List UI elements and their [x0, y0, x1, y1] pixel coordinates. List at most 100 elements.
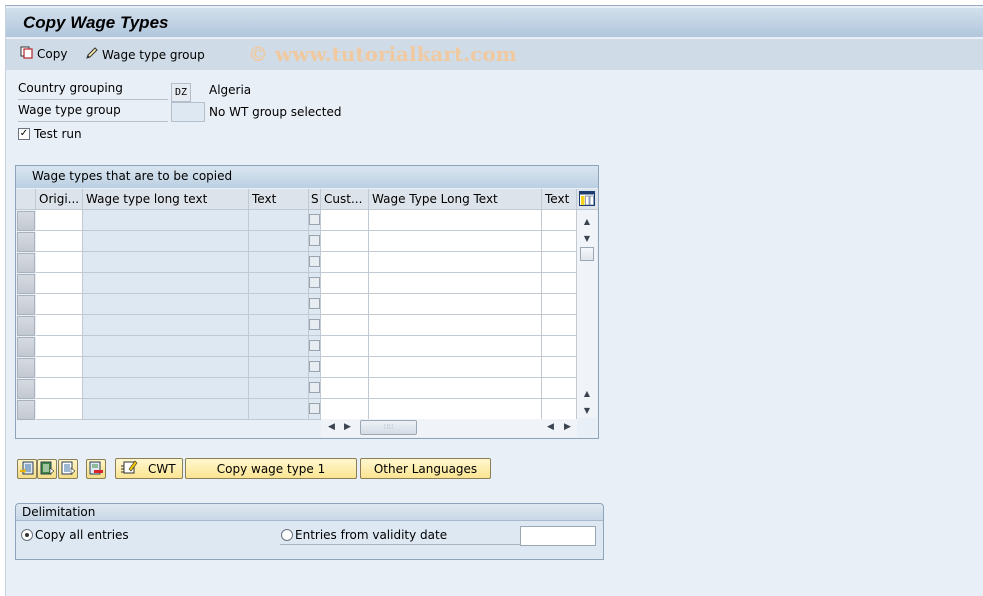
cell-original[interactable] [36, 210, 83, 231]
cell-s[interactable] [309, 294, 321, 315]
row-selector[interactable] [17, 232, 35, 252]
select-all-button[interactable] [37, 459, 57, 479]
column-header-s[interactable]: S [309, 189, 321, 210]
cell-text-2[interactable] [542, 273, 577, 294]
cell-s[interactable] [309, 231, 321, 252]
s-checkbox[interactable] [309, 298, 320, 309]
cell-text-2[interactable] [542, 336, 577, 357]
cell-customer[interactable] [321, 399, 369, 420]
cell-wage-type-long-text-2[interactable] [369, 378, 542, 399]
cell-customer[interactable] [321, 357, 369, 378]
cell-wage-type-long-text[interactable] [83, 315, 249, 336]
cell-customer[interactable] [321, 336, 369, 357]
copy-all-entries-radio[interactable] [21, 529, 33, 541]
column-header-wage-type-long-text[interactable]: Wage type long text [83, 189, 249, 210]
cell-text[interactable] [249, 399, 309, 420]
entries-from-validity-date-radio[interactable] [281, 529, 293, 541]
cell-s[interactable] [309, 273, 321, 294]
column-header-text[interactable]: Text [249, 189, 309, 210]
cell-s[interactable] [309, 378, 321, 399]
column-header-original[interactable]: Origi... [36, 189, 83, 210]
cell-wage-type-long-text[interactable] [83, 231, 249, 252]
cell-wage-type-long-text[interactable] [83, 252, 249, 273]
country-grouping-field[interactable]: DZ [171, 83, 191, 102]
cell-text-2[interactable] [542, 294, 577, 315]
cell-wage-type-long-text[interactable] [83, 357, 249, 378]
cell-wage-type-long-text-2[interactable] [369, 294, 542, 315]
s-checkbox[interactable] [309, 235, 320, 246]
column-header-customer[interactable]: Cust... [321, 189, 369, 210]
cell-s[interactable] [309, 336, 321, 357]
cell-text[interactable] [249, 378, 309, 399]
row-selector[interactable] [17, 211, 35, 231]
wage-type-group-button[interactable]: Wage type group [85, 46, 205, 63]
cell-wage-type-long-text-2[interactable] [369, 210, 542, 231]
cell-s[interactable] [309, 399, 321, 420]
cell-customer[interactable] [321, 210, 369, 231]
cell-wage-type-long-text-2[interactable] [369, 315, 542, 336]
column-layout-button[interactable] [577, 189, 598, 210]
cell-s[interactable] [309, 315, 321, 336]
cell-wage-type-long-text[interactable] [83, 273, 249, 294]
cell-text[interactable] [249, 231, 309, 252]
scroll-left-2-icon[interactable]: ◀ [547, 422, 554, 432]
s-checkbox[interactable] [309, 403, 320, 414]
delete-row-button[interactable] [86, 459, 106, 479]
other-languages-button[interactable]: Other Languages [360, 458, 491, 479]
cell-original[interactable] [36, 378, 83, 399]
column-header-wage-type-long-text-2[interactable]: Wage Type Long Text [369, 189, 542, 210]
cell-original[interactable] [36, 252, 83, 273]
validity-date-input[interactable] [520, 526, 596, 546]
s-checkbox[interactable] [309, 319, 320, 330]
vertical-scrollbar[interactable]: ▲ ▼ ▲ ▼ [577, 210, 597, 418]
row-selector[interactable] [17, 358, 35, 378]
cell-original[interactable] [36, 315, 83, 336]
cell-original[interactable] [36, 357, 83, 378]
cell-text[interactable] [249, 252, 309, 273]
cell-wage-type-long-text-2[interactable] [369, 273, 542, 294]
horizontal-scroll-thumb[interactable]: ∷∷ [360, 420, 417, 435]
cell-original[interactable] [36, 336, 83, 357]
cell-text[interactable] [249, 357, 309, 378]
select-block-button[interactable] [58, 459, 78, 479]
scroll-left-icon[interactable]: ◀ [328, 422, 335, 432]
cell-wage-type-long-text-2[interactable] [369, 231, 542, 252]
row-selector[interactable] [17, 274, 35, 294]
cell-original[interactable] [36, 273, 83, 294]
cell-original[interactable] [36, 399, 83, 420]
scroll-right-2-icon[interactable]: ▶ [564, 422, 571, 432]
cell-text[interactable] [249, 210, 309, 231]
cell-wage-type-long-text-2[interactable] [369, 336, 542, 357]
cell-original[interactable] [36, 294, 83, 315]
row-selector[interactable] [17, 316, 35, 336]
scroll-right-icon[interactable]: ▶ [344, 422, 351, 432]
copy-wage-type-button[interactable]: Copy wage type 1 [185, 458, 357, 479]
cell-customer[interactable] [321, 378, 369, 399]
scroll-down-icon[interactable]: ▼ [581, 232, 593, 244]
cell-wage-type-long-text[interactable] [83, 210, 249, 231]
cell-text-2[interactable] [542, 357, 577, 378]
row-selector[interactable] [17, 400, 35, 420]
cell-text-2[interactable] [542, 210, 577, 231]
s-checkbox[interactable] [309, 214, 320, 225]
wage-type-group-field[interactable] [171, 102, 205, 122]
cell-text-2[interactable] [542, 399, 577, 420]
cell-wage-type-long-text-2[interactable] [369, 357, 542, 378]
scroll-page-down-icon[interactable]: ▼ [581, 404, 593, 416]
cell-text[interactable] [249, 273, 309, 294]
row-selector[interactable] [17, 379, 35, 399]
cell-customer[interactable] [321, 252, 369, 273]
test-run-checkbox[interactable]: ✓ [18, 128, 30, 140]
cell-text-2[interactable] [542, 315, 577, 336]
s-checkbox[interactable] [309, 277, 320, 288]
cell-wage-type-long-text-2[interactable] [369, 252, 542, 273]
cell-wage-type-long-text[interactable] [83, 294, 249, 315]
cell-original[interactable] [36, 231, 83, 252]
cell-wage-type-long-text-2[interactable] [369, 399, 542, 420]
column-header-text-2[interactable]: Text [542, 189, 577, 210]
cell-wage-type-long-text[interactable] [83, 336, 249, 357]
cell-wage-type-long-text[interactable] [83, 378, 249, 399]
select-all-rows-header[interactable] [16, 189, 36, 210]
cell-s[interactable] [309, 357, 321, 378]
s-checkbox[interactable] [309, 340, 320, 351]
